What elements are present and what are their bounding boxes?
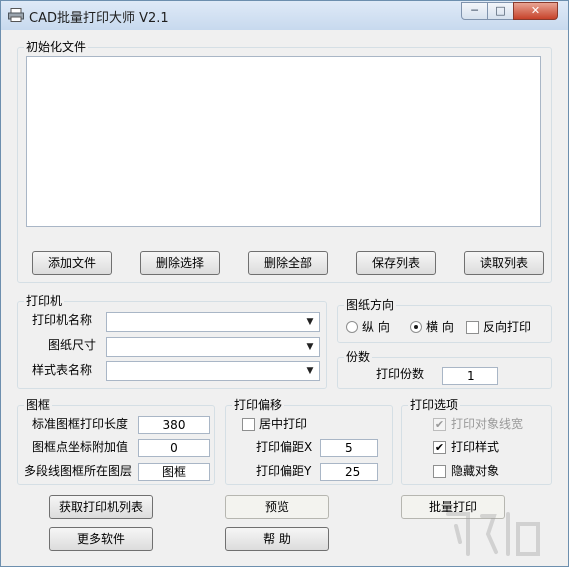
hide-objects-checkbox[interactable] [433, 465, 446, 478]
printer-name-label: 打印机名称 [32, 313, 93, 327]
options-group-legend: 打印选项 [408, 398, 461, 412]
file-list[interactable] [26, 56, 541, 227]
delete-selected-button[interactable]: 删除选择 [140, 251, 220, 275]
file-group: 初始化文件 添加文件 删除选择 删除全部 保存列表 读取列表 [17, 40, 552, 283]
help-button[interactable]: 帮 助 [225, 527, 329, 551]
app-window: CAD批量打印大师 V2.1 ─ □ ✕ 初始化文件 添加文件 删除选择 删除全… [0, 0, 569, 567]
copies-input[interactable]: 1 [442, 367, 498, 385]
frame-layer-label: 多段线图框所在图层 [24, 464, 133, 478]
frame-offset-input[interactable]: 0 [138, 439, 210, 457]
preview-button[interactable]: 预览 [225, 495, 329, 519]
lineweight-label[interactable]: 打印对象线宽 [451, 416, 523, 432]
lineweight-checkbox[interactable]: ✔ [433, 418, 446, 431]
printer-icon [8, 8, 24, 22]
minimize-button[interactable]: ─ [461, 2, 488, 20]
orientation-group: 图纸方向 纵 向 横 向 反向打印 [337, 298, 552, 343]
maximize-button[interactable]: □ [487, 2, 514, 20]
print-style-label[interactable]: 打印样式 [451, 439, 499, 455]
frame-length-input[interactable]: 380 [138, 416, 210, 434]
load-list-button[interactable]: 读取列表 [464, 251, 544, 275]
save-list-button[interactable]: 保存列表 [356, 251, 436, 275]
style-table-combo[interactable]: ▼ [106, 361, 320, 381]
hide-objects-label[interactable]: 隐藏对象 [451, 463, 499, 479]
center-print-label[interactable]: 居中打印 [259, 416, 307, 432]
watermark-logo [446, 512, 540, 556]
reverse-print-label[interactable]: 反向打印 [483, 319, 531, 335]
options-group: 打印选项 ✔ 打印对象线宽 ✔ 打印样式 隐藏对象 [401, 398, 552, 485]
landscape-radio[interactable] [410, 321, 422, 333]
frame-group-legend: 图框 [24, 398, 53, 412]
chevron-down-icon[interactable]: ▼ [302, 363, 318, 379]
window-title: CAD批量打印大师 V2.1 [29, 11, 169, 26]
copies-group-legend: 份数 [344, 350, 373, 364]
offset-y-label: 打印偏距Y [256, 464, 312, 478]
close-button[interactable]: ✕ [513, 2, 558, 20]
file-group-legend: 初始化文件 [24, 40, 89, 54]
printer-name-combo[interactable]: ▼ [106, 312, 320, 332]
frame-group: 图框 标准图框打印长度 380 图框点坐标附加值 0 多段线图框所在图层 图框 [17, 398, 215, 485]
printer-group-legend: 打印机 [24, 294, 65, 308]
offset-group-legend: 打印偏移 [232, 398, 285, 412]
more-software-button[interactable]: 更多软件 [49, 527, 153, 551]
get-printers-button[interactable]: 获取打印机列表 [49, 495, 153, 519]
paper-size-combo[interactable]: ▼ [106, 337, 320, 357]
delete-all-button[interactable]: 删除全部 [248, 251, 328, 275]
print-style-checkbox[interactable]: ✔ [433, 441, 446, 454]
frame-offset-label: 图框点坐标附加值 [32, 440, 129, 454]
offset-y-input[interactable]: 25 [320, 463, 378, 481]
orientation-group-legend: 图纸方向 [344, 298, 397, 312]
chevron-down-icon[interactable]: ▼ [302, 339, 318, 355]
offset-x-input[interactable]: 5 [320, 439, 378, 457]
style-table-label: 样式表名称 [32, 363, 93, 377]
printer-group: 打印机 打印机名称 ▼ 图纸尺寸 ▼ 样式表名称 ▼ [17, 294, 327, 389]
reverse-print-checkbox[interactable] [466, 321, 479, 334]
center-print-checkbox[interactable] [242, 418, 255, 431]
chevron-down-icon[interactable]: ▼ [302, 314, 318, 330]
copies-group: 份数 打印份数 1 [337, 350, 552, 389]
offset-x-label: 打印偏距X [256, 440, 313, 454]
add-file-button[interactable]: 添加文件 [32, 251, 112, 275]
paper-size-label: 图纸尺寸 [48, 338, 97, 352]
frame-layer-input[interactable]: 图框 [138, 463, 210, 481]
title-bar[interactable]: CAD批量打印大师 V2.1 ─ □ ✕ [1, 1, 568, 30]
portrait-radio[interactable] [346, 321, 358, 333]
copies-label: 打印份数 [376, 367, 425, 381]
portrait-label[interactable]: 纵 向 [362, 319, 390, 335]
offset-group: 打印偏移 居中打印 打印偏距X 5 打印偏距Y 25 [225, 398, 393, 485]
landscape-label[interactable]: 横 向 [426, 319, 454, 335]
frame-length-label: 标准图框打印长度 [32, 417, 129, 431]
